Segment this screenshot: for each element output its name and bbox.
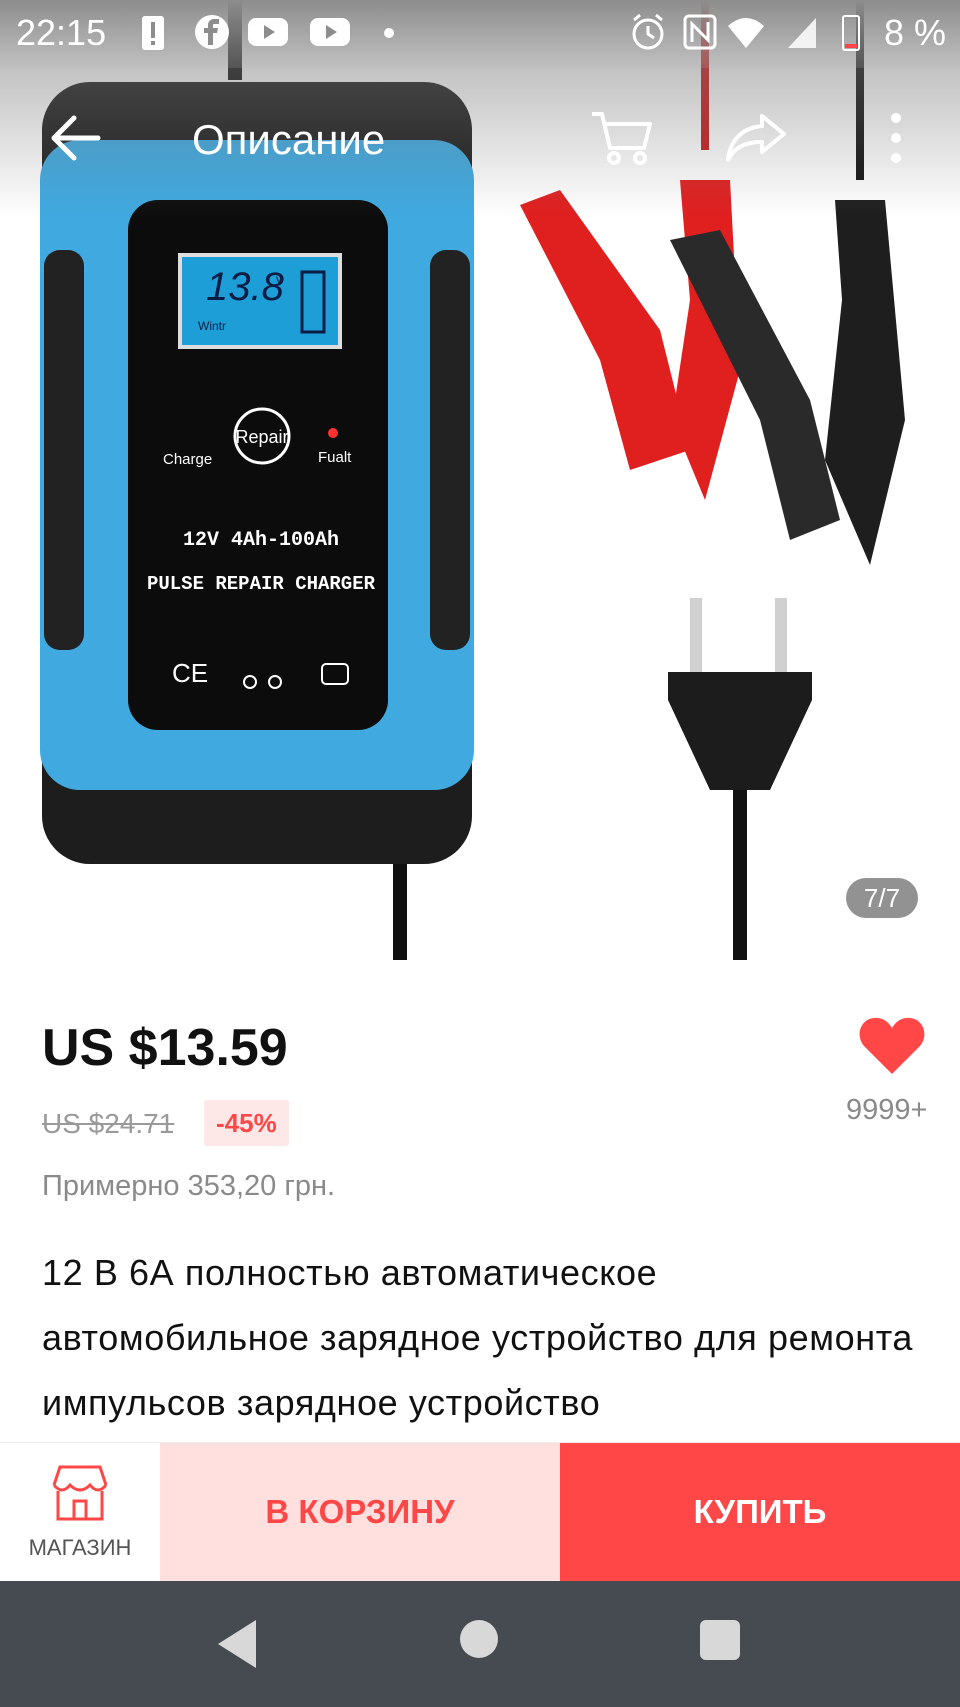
cart-icon [592,112,652,165]
nav-recents-button[interactable] [700,1620,740,1660]
repair-label: Repair [235,427,288,447]
nfc-icon [682,12,718,57]
lcd-mode: Wintr [198,319,226,333]
product-title: 12 В 6А полностью автоматическое автомоб… [42,1252,913,1423]
more-vert-icon [891,113,901,163]
nav-home-button[interactable] [460,1620,498,1658]
wifi-icon [726,12,766,57]
add-to-cart-button[interactable]: В КОРЗИНУ [160,1443,560,1581]
dot-icon [382,12,396,57]
more-button[interactable] [874,106,918,172]
youtube-icon [246,12,290,57]
page-title: Описание [192,116,386,163]
back-arrow-icon [51,115,101,161]
price: US $13.59 [42,1019,288,1077]
lcd-reading: 13.8 [206,265,285,309]
fault-label: Fualt [318,449,352,466]
share-icon [726,114,786,162]
youtube-icon [308,12,352,57]
wishlist-count: 9999+ [846,1094,928,1126]
system-nav-bar [0,1580,960,1707]
status-bar: 22:15 8 % [0,0,960,68]
approx-price: Примерно 353,20 грн. [42,1170,336,1202]
share-button[interactable] [724,104,790,170]
discount-badge: -45% [204,1100,289,1146]
wishlist-button[interactable] [858,1014,926,1078]
model-label: PULSE REPAIR CHARGER [147,573,376,595]
nav-back-button[interactable] [210,1616,270,1672]
app-bar: Описание [0,68,960,218]
heart-icon [859,1017,925,1074]
charge-label: Charge [163,451,212,468]
nav-back-icon [218,1620,256,1668]
store-icon [48,1463,112,1523]
lcd-unit: v [276,272,282,286]
signal-icon [784,12,820,57]
battery-percent: 8 % [883,12,946,53]
ce-mark: CE [172,658,208,688]
store-label: МАГАЗИН [28,1535,132,1560]
image-counter: 7/7 [846,878,918,918]
alert-icon [140,12,166,57]
facebook-icon [194,12,230,57]
store-button[interactable]: МАГАЗИН [0,1443,160,1581]
alarm-icon [628,12,668,57]
status-time: 22:15 [16,12,107,53]
action-bar: МАГАЗИН В КОРЗИНУ КУПИТЬ [0,1442,960,1581]
buy-button[interactable]: КУПИТЬ [560,1443,960,1581]
cart-button[interactable] [588,104,654,170]
battery-icon [840,12,862,57]
back-button[interactable] [44,108,104,168]
spec-label: 12V 4Ah-100Ah [183,529,339,552]
old-price: US $24.71 [42,1108,175,1139]
